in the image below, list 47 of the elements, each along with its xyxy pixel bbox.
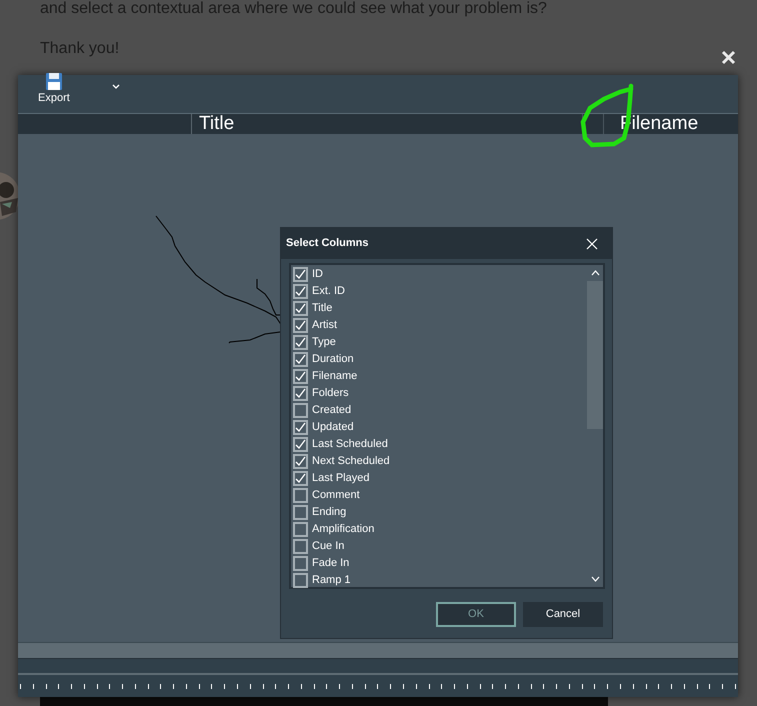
checkbox[interactable] — [293, 318, 308, 333]
checkbox[interactable] — [293, 437, 308, 452]
column-option[interactable]: Updated — [312, 421, 354, 434]
chevron-down-icon[interactable] — [590, 576, 600, 582]
checkbox[interactable] — [293, 386, 308, 401]
checkbox[interactable] — [293, 556, 308, 571]
column-option[interactable]: ID — [312, 268, 323, 281]
column-option[interactable]: Duration — [312, 353, 354, 366]
column-option[interactable]: Ext. ID — [312, 285, 346, 298]
dialog-title: Select Columns — [286, 236, 369, 252]
export-button[interactable]: Export — [38, 73, 70, 105]
checkbox[interactable] — [293, 403, 308, 418]
column-option[interactable]: Title — [312, 302, 332, 315]
checkbox[interactable] — [293, 420, 308, 435]
checkbox[interactable] — [293, 267, 308, 282]
column-header[interactable]: Title — [192, 114, 582, 134]
checkbox[interactable] — [293, 352, 308, 367]
checkbox[interactable] — [293, 471, 308, 486]
checkbox[interactable] — [293, 454, 308, 469]
checkbox[interactable] — [293, 539, 308, 554]
chevron-down-icon[interactable] — [112, 84, 120, 90]
checkbox[interactable] — [293, 488, 308, 503]
column-option[interactable]: Created — [312, 404, 352, 417]
column-option[interactable]: Ramp 1 — [312, 574, 351, 587]
chevron-up-icon[interactable] — [590, 270, 600, 276]
column-option[interactable]: Amplification — [312, 523, 374, 536]
column-option[interactable]: Last Scheduled — [312, 438, 388, 451]
cancel-button[interactable]: Cancel — [523, 602, 603, 627]
column-option[interactable]: Ending — [312, 506, 346, 519]
checkbox[interactable] — [293, 284, 308, 299]
column-option[interactable]: Next Scheduled — [312, 455, 390, 468]
checkbox[interactable] — [293, 301, 308, 316]
column-option[interactable]: Folders — [312, 387, 349, 400]
column-option[interactable]: Type — [312, 336, 336, 349]
checkbox[interactable] — [293, 505, 308, 520]
checkbox[interactable] — [293, 522, 308, 537]
column-option[interactable]: Fade In — [312, 557, 350, 570]
close-icon[interactable] — [721, 50, 736, 65]
column-option[interactable]: Filename — [312, 370, 358, 383]
checkbox[interactable] — [293, 335, 308, 350]
column-option[interactable]: Cue In — [312, 540, 344, 553]
checkbox[interactable] — [293, 573, 308, 588]
column-option[interactable]: Artist — [312, 319, 338, 332]
column-option[interactable]: Comment — [312, 489, 360, 502]
column-option[interactable]: Last Played — [312, 472, 370, 485]
checkbox[interactable] — [293, 369, 308, 384]
horizontal-scrollbar[interactable] — [18, 642, 738, 658]
